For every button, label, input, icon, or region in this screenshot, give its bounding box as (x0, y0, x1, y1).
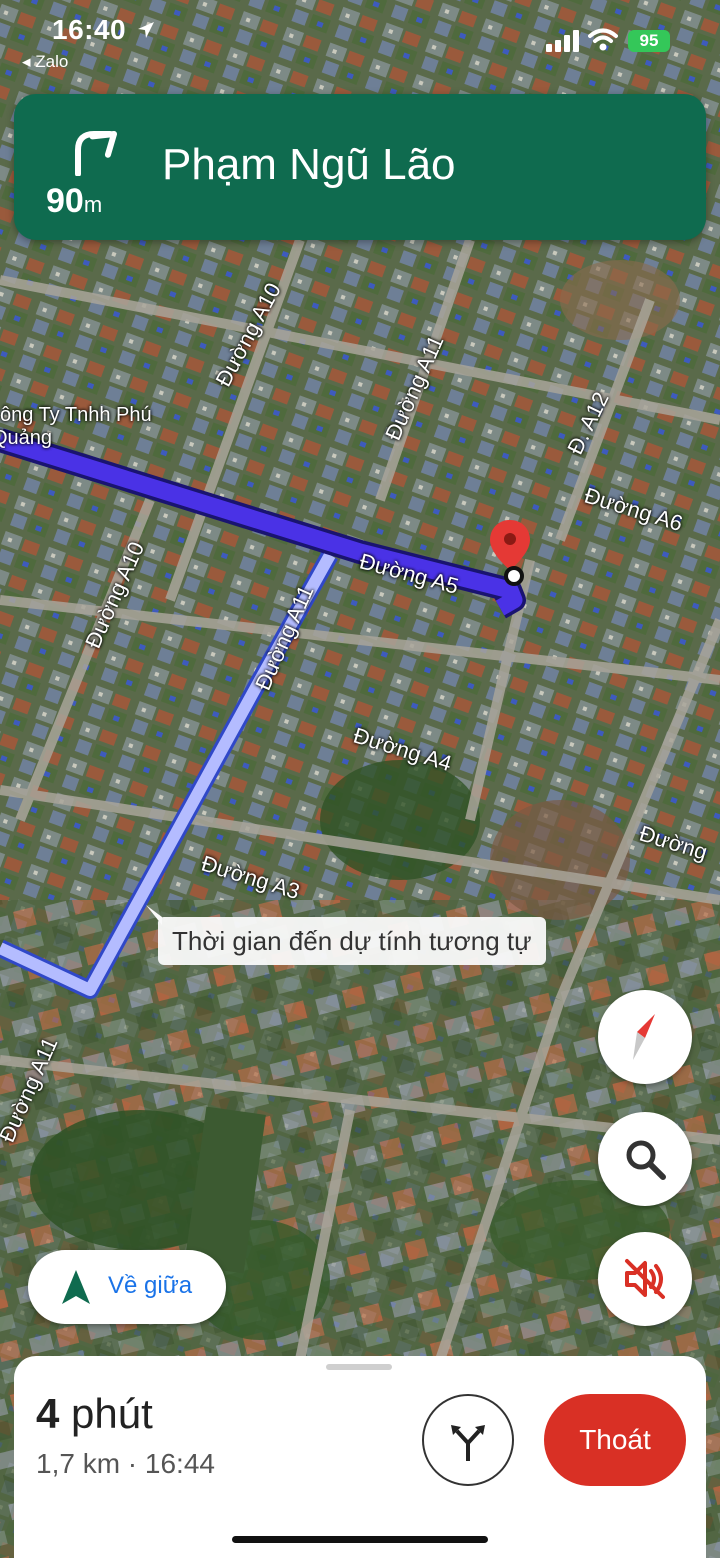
recenter-label: Về giữa (108, 1272, 193, 1299)
status-bar: 16:40 ◂ Zalo 95 (0, 0, 720, 80)
search-button[interactable] (598, 1112, 692, 1206)
trip-duration: 4 phút (36, 1390, 153, 1438)
distance-unit: m (83, 192, 103, 217)
duration-unit: phút (59, 1390, 153, 1437)
back-to-app-link[interactable]: ◂ Zalo (22, 52, 68, 72)
place-label: ông Ty Tnhh Phú Quảng (0, 404, 152, 450)
status-time: 16:40 (52, 14, 156, 46)
duration-value: 4 (36, 1390, 60, 1437)
turn-right-arrow-icon (75, 131, 117, 176)
trip-summary-sheet[interactable]: 4 phút 1,7 km · 16:44 Thoát (14, 1356, 706, 1558)
navigation-instruction-banner[interactable]: 90m Phạm Ngũ Lão (14, 94, 706, 240)
sheet-drag-handle[interactable] (326, 1364, 392, 1370)
next-street-name: Phạm Ngũ Lão (162, 140, 456, 189)
compass-button[interactable] (598, 990, 692, 1084)
place-label-line1: ông Ty Tnhh Phú (0, 404, 152, 426)
compass-icon (633, 1014, 655, 1060)
home-indicator[interactable] (232, 1536, 488, 1543)
battery-level: 95 (639, 31, 659, 50)
search-icon (626, 1140, 666, 1180)
battery-indicator: 95 (628, 30, 670, 52)
eta-similar-tooltip[interactable]: Thời gian đến dự tính tương tự (158, 917, 546, 965)
distance-value: 90 (46, 182, 84, 220)
destination-pin-icon[interactable] (486, 518, 534, 590)
location-arrow-icon (138, 22, 155, 38)
sound-muted-icon (625, 1259, 665, 1299)
sound-toggle-button[interactable] (598, 1232, 692, 1326)
recenter-button[interactable]: Về giữa (28, 1250, 226, 1324)
alternate-routes-button[interactable] (422, 1394, 514, 1486)
trip-distance-arrival: 1,7 km · 16:44 (36, 1448, 215, 1479)
navigation-arrow-icon (62, 1270, 90, 1304)
cellular-signal-icon (546, 30, 579, 52)
exit-navigation-button[interactable]: Thoát (544, 1394, 686, 1486)
alternate-routes-icon (451, 1425, 485, 1461)
place-label-line2: Quảng (0, 427, 53, 449)
distance-to-turn: 90m (46, 182, 102, 221)
wifi-icon (588, 28, 618, 51)
